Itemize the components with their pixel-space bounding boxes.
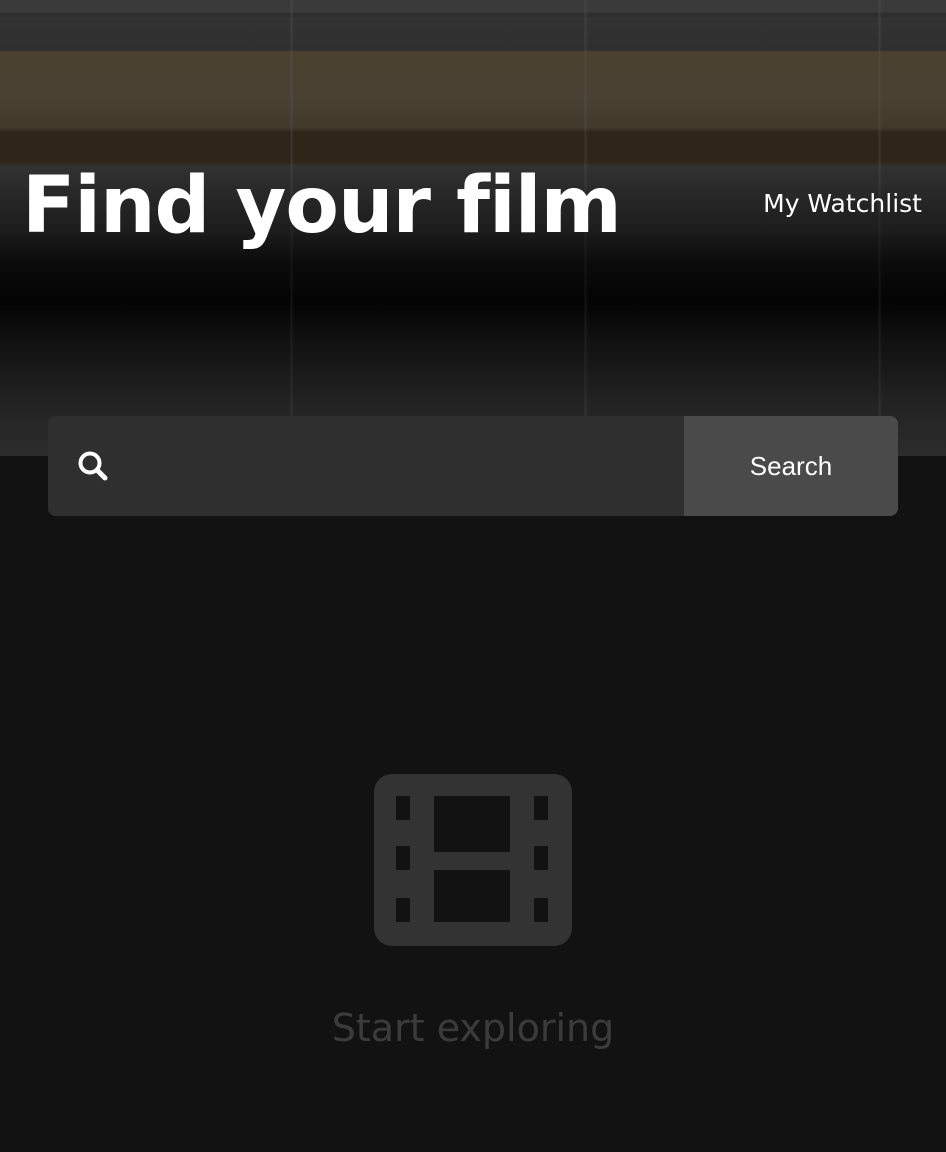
page-title: Find your film <box>22 161 622 251</box>
search-icon <box>78 451 108 481</box>
search-button[interactable]: Search <box>684 416 898 516</box>
hero-banner: Find your film My Watchlist <box>0 0 946 456</box>
my-watchlist-link[interactable]: My Watchlist <box>763 186 922 222</box>
page: Find your film My Watchlist Search Start… <box>0 0 946 1152</box>
film-icon <box>374 774 572 946</box>
empty-state-message: Start exploring <box>331 1006 615 1050</box>
search-field[interactable] <box>48 416 684 516</box>
search-input[interactable] <box>128 416 668 516</box>
empty-state: Start exploring <box>0 770 946 1052</box>
search-bar: Search <box>48 416 898 516</box>
